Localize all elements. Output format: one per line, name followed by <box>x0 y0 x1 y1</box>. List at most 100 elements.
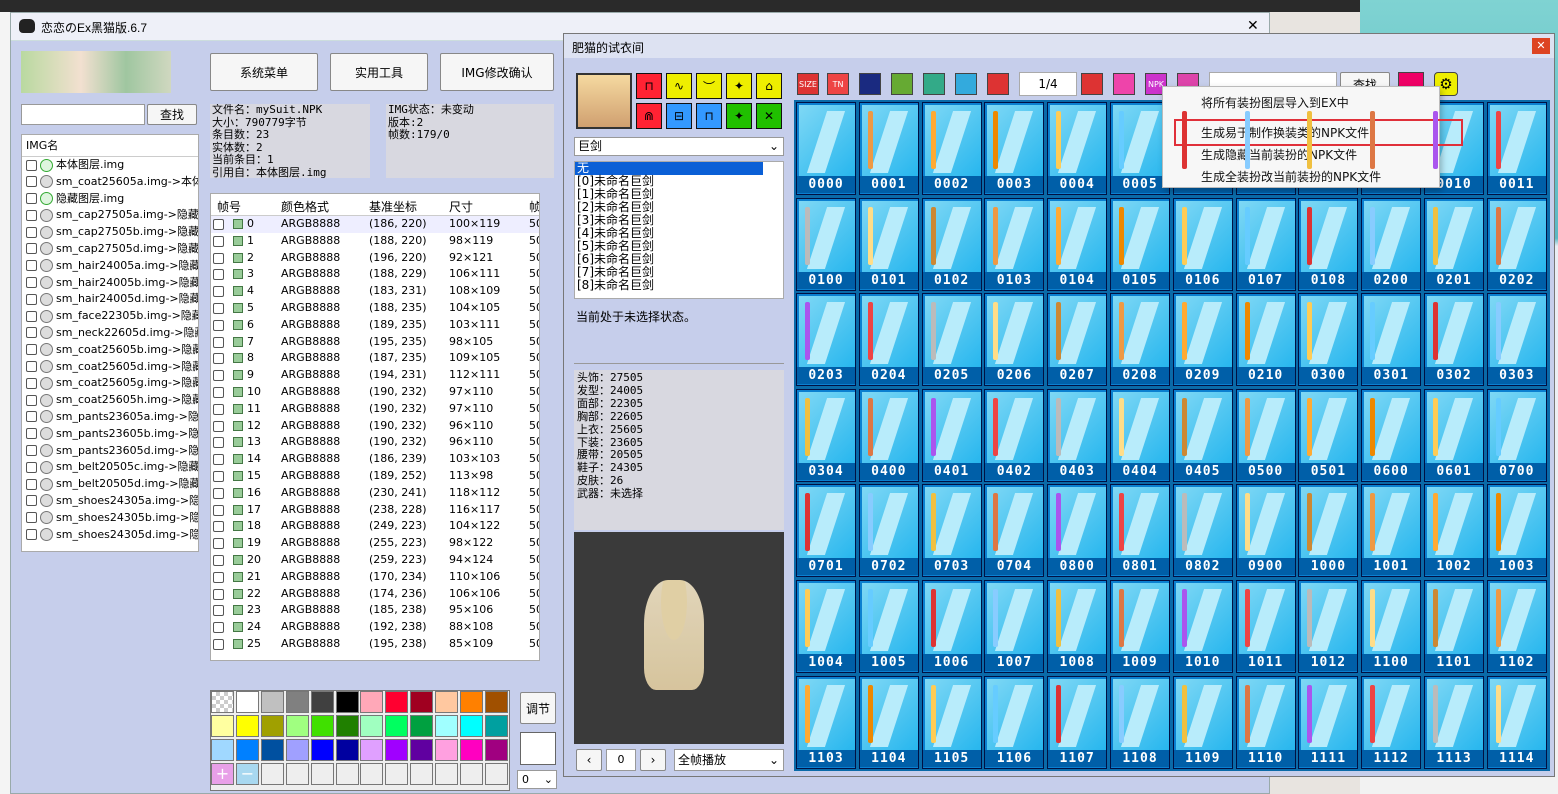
checkbox[interactable] <box>26 344 37 356</box>
list-item[interactable]: sm_cap27505a.img->隐藏 <box>22 207 198 224</box>
palette-swatch[interactable] <box>460 739 483 761</box>
item-tile[interactable]: 1012 <box>1298 580 1359 673</box>
item-tile[interactable]: 0011 <box>1486 102 1547 195</box>
coat-part-icon[interactable]: ⌂ <box>756 73 782 99</box>
list-item[interactable]: sm_coat25605b.img->隐藏 <box>22 342 198 359</box>
item-tile[interactable]: 0001 <box>858 102 919 195</box>
table-row[interactable]: 15 ARGB8888 (189, 252) 113×98 50 <box>211 468 539 485</box>
item-tile[interactable]: 0101 <box>858 197 919 291</box>
item-tile[interactable]: 0102 <box>921 197 982 291</box>
list-item[interactable]: sm_belt20505d.img->隐藏 <box>22 476 198 493</box>
checkbox[interactable] <box>213 302 224 314</box>
size-icon[interactable]: SIZE <box>797 73 819 95</box>
list-item[interactable]: sm_coat25605h.img->隐藏 <box>22 392 198 409</box>
item-tile[interactable]: 0401 <box>921 388 982 482</box>
item-tile[interactable]: 1010 <box>1172 580 1233 673</box>
list-item[interactable]: sm_shoes24305b.img->隐 <box>22 510 198 527</box>
item-tile[interactable]: 0501 <box>1298 388 1359 482</box>
palette-swatch[interactable] <box>260 691 284 713</box>
item-tile[interactable]: 0303 <box>1486 293 1547 387</box>
item-tile[interactable]: 1005 <box>858 580 919 673</box>
list-item[interactable]: [8]未命名巨剑 <box>575 279 783 292</box>
palette-swatch[interactable] <box>335 739 359 761</box>
column-header[interactable]: 帧 <box>529 198 539 215</box>
pants-part-icon[interactable]: ⊓ <box>696 103 722 129</box>
list-item[interactable]: sm_belt20505c.img->隐藏 <box>22 459 198 476</box>
palette-swatch[interactable] <box>360 715 384 737</box>
checkbox[interactable] <box>213 588 224 600</box>
table-row[interactable]: 18 ARGB8888 (249, 223) 104×122 50 <box>211 518 539 535</box>
item-tile[interactable]: 0801 <box>1110 484 1170 578</box>
item-tile[interactable]: 1103 <box>796 675 856 769</box>
checkbox[interactable] <box>26 445 37 457</box>
empty-swatch[interactable] <box>460 763 483 785</box>
item-tile[interactable]: 1108 <box>1110 675 1170 769</box>
column-header[interactable]: 基准坐标 <box>369 198 417 215</box>
checkbox[interactable] <box>26 260 37 272</box>
item-tile[interactable]: 0106 <box>1172 197 1233 291</box>
gift-icon[interactable] <box>1113 73 1135 95</box>
palette-select[interactable]: 0 ⌄ <box>517 770 557 789</box>
checkbox[interactable] <box>213 353 224 365</box>
item-tile[interactable]: 1006 <box>921 580 982 673</box>
item-tile[interactable]: 0402 <box>984 388 1045 482</box>
search-input[interactable] <box>21 104 145 125</box>
item-tile[interactable]: 0108 <box>1298 197 1359 291</box>
checkbox[interactable] <box>26 394 37 406</box>
checkbox[interactable] <box>213 319 224 331</box>
palette-swatch[interactable] <box>211 739 234 761</box>
item-tile[interactable]: 0003 <box>984 102 1045 195</box>
item-tile[interactable]: 1106 <box>984 675 1045 769</box>
checkbox[interactable] <box>213 454 224 466</box>
weapon-part-icon[interactable]: ✕ <box>756 103 782 129</box>
item-tile[interactable]: 1113 <box>1424 675 1484 769</box>
table-row[interactable]: 10 ARGB8888 (190, 232) 97×110 50 <box>211 384 539 401</box>
empty-swatch[interactable] <box>435 763 459 785</box>
palette-swatch[interactable] <box>310 715 334 737</box>
shoes-part-icon[interactable]: ✦ <box>726 103 752 129</box>
checkbox[interactable] <box>26 243 37 255</box>
play-mode-select[interactable]: 全帧播放 ⌄ <box>674 749 784 771</box>
list-item[interactable]: sm_face22305b.img->隐藏 <box>22 308 198 325</box>
item-tile[interactable]: 0400 <box>858 388 919 482</box>
checkbox[interactable] <box>26 176 37 188</box>
table-row[interactable]: 4 ARGB8888 (183, 231) 108×109 50 <box>211 283 539 300</box>
prev-frame-button[interactable]: ‹ <box>576 749 602 771</box>
remove-color-icon[interactable]: − <box>235 763 259 785</box>
checkbox[interactable] <box>213 521 224 533</box>
main-close-button[interactable]: ✕ <box>1247 18 1259 34</box>
table-row[interactable]: 11 ARGB8888 (190, 232) 97×110 50 <box>211 401 539 418</box>
item-tile[interactable]: 1007 <box>984 580 1045 673</box>
item-tile[interactable]: 0704 <box>984 484 1045 578</box>
checkbox[interactable] <box>26 209 37 221</box>
table-row[interactable]: 3 ARGB8888 (188, 229) 106×111 50 <box>211 266 539 283</box>
menu-item-generate-hide-npk[interactable]: 生成隐藏当前装扮的NPK文件 <box>1201 146 1357 163</box>
list-item[interactable]: sm_shoes24305d.img->隐 <box>22 527 198 544</box>
table-row[interactable]: 0 ARGB8888 (186, 220) 100×119 50 <box>211 216 539 233</box>
checkbox[interactable] <box>26 478 37 490</box>
layer-icon[interactable] <box>891 73 913 95</box>
palette-swatch[interactable] <box>235 739 259 761</box>
list-item[interactable]: sm_coat25605a.img->本体 <box>22 174 198 191</box>
checkbox[interactable] <box>213 370 224 382</box>
checkbox[interactable] <box>213 571 224 583</box>
list-item[interactable]: sm_pants23605a.img->隐藏 <box>22 409 198 426</box>
palette-swatch[interactable] <box>235 715 259 737</box>
next-page-icon[interactable] <box>1081 73 1103 95</box>
checkbox[interactable] <box>213 386 224 398</box>
checkbox[interactable] <box>213 336 224 348</box>
checkbox[interactable] <box>213 252 224 264</box>
list-item[interactable]: sm_coat25605g.img->隐藏 <box>22 375 198 392</box>
list-item[interactable]: sm_cap27505b.img->隐藏 <box>22 224 198 241</box>
list-item[interactable]: sm_coat25605d.img->隐藏 <box>22 359 198 376</box>
system-menu-button[interactable]: 系统菜单 <box>210 53 318 91</box>
utility-button[interactable]: 实用工具 <box>330 53 428 91</box>
list-item[interactable]: 隐藏图层.img <box>22 191 198 208</box>
table-row[interactable]: 6 ARGB8888 (189, 235) 103×111 50 <box>211 317 539 334</box>
palette-swatch[interactable] <box>335 691 359 713</box>
item-tile[interactable]: 0105 <box>1110 197 1170 291</box>
palette-swatch[interactable] <box>484 691 508 713</box>
table-row[interactable]: 5 ARGB8888 (188, 235) 104×105 50 <box>211 300 539 317</box>
item-tile[interactable]: 1002 <box>1424 484 1484 578</box>
empty-swatch[interactable] <box>410 763 434 785</box>
